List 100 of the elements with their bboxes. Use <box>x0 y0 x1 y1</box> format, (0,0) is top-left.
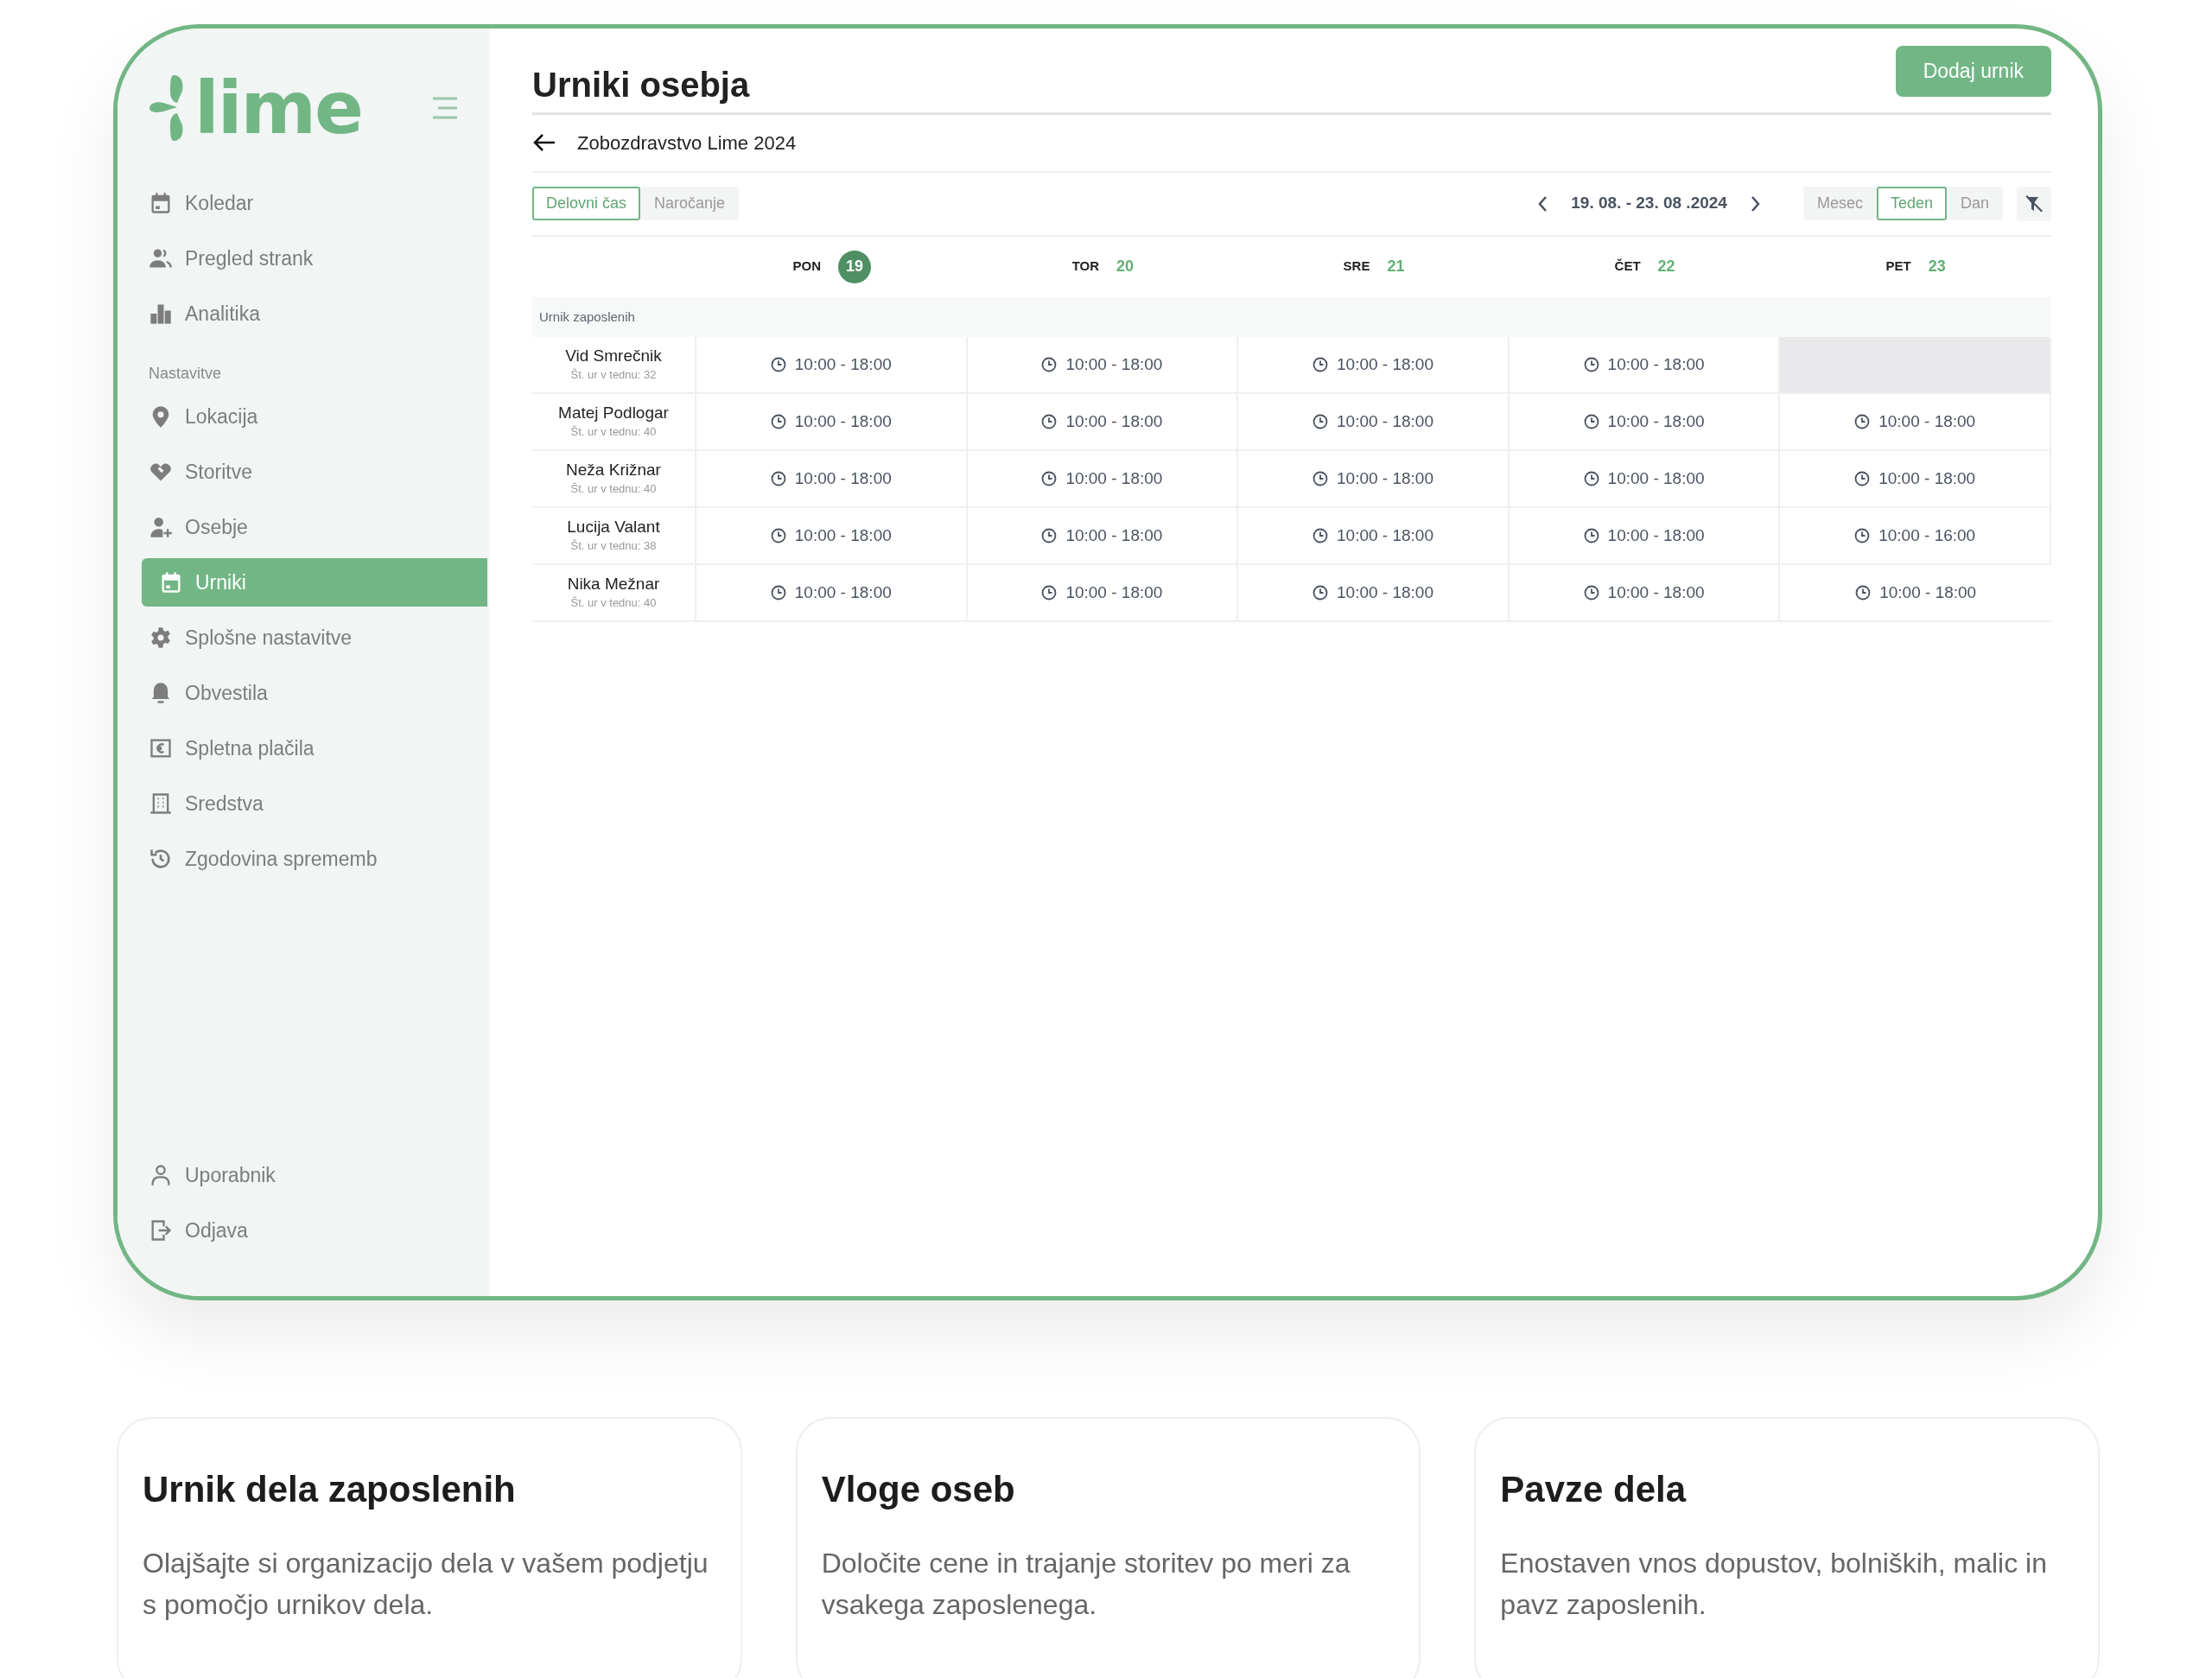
sidebar-item[interactable]: Urniki <box>142 558 487 607</box>
feature-text: Določite cene in trajanje storitev po meri za vsakega zaposlenega. <box>821 1547 1351 1622</box>
clock-icon <box>1855 585 1872 601</box>
shift-time: 10:00 - 18:00 <box>1065 353 1163 375</box>
sidebar-item[interactable]: Lokacija <box>143 392 489 441</box>
feature-title: Vloge oseb <box>821 1468 1016 1511</box>
clock-icon <box>1313 585 1328 601</box>
add-schedule-button[interactable]: Dodaj urnik <box>1895 46 2051 97</box>
shift-time: 10:00 - 18:00 <box>1337 524 1433 546</box>
sidebar-item[interactable]: Odjava <box>143 1206 489 1255</box>
shift-time: 10:00 - 18:00 <box>1337 410 1433 432</box>
shift-time: 10:00 - 18:00 <box>1878 410 1976 432</box>
weekly-hours: Št. ur v tednu: 40 <box>570 594 657 611</box>
day-name: PON <box>792 257 822 276</box>
tab[interactable]: Delovni čas <box>532 187 641 220</box>
shift-time: 10:00 - 18:00 <box>794 524 892 546</box>
shift-time: 10:00 - 16:00 <box>1878 524 1976 546</box>
tab[interactable]: Mesec <box>1802 187 1877 220</box>
page-title: Urniki osebja <box>532 64 750 105</box>
clock-icon <box>1041 357 1058 372</box>
clock-icon <box>1583 357 1599 372</box>
day-name: TOR <box>1071 257 1100 276</box>
back-arrow-icon[interactable] <box>532 132 556 153</box>
sidebar-item[interactable]: Osebje <box>143 503 489 551</box>
clock-icon <box>1313 414 1328 429</box>
shift-time: 10:00 - 18:00 <box>1065 582 1163 603</box>
clock-icon <box>1313 528 1328 543</box>
shift-time: 10:00 - 18:00 <box>1337 467 1433 489</box>
weekly-hours: Št. ur v tednu: 40 <box>570 423 657 440</box>
clock-icon <box>770 528 786 543</box>
shift-time: 10:00 - 18:00 <box>794 467 892 489</box>
clock-icon <box>1854 414 1871 429</box>
clock-icon <box>1041 471 1058 486</box>
clock-icon <box>1041 585 1058 601</box>
feature-title: Pavze dela <box>1500 1468 1688 1511</box>
clock-icon <box>1854 471 1871 486</box>
day-number: 23 <box>1928 257 1946 276</box>
building-icon <box>149 791 173 816</box>
tab[interactable]: Naročanje <box>640 187 740 220</box>
clock-icon <box>1583 414 1599 429</box>
feature-text: Olajšajte si organizacijo dela v vašem podjetju s pomočjo urnikov dela. <box>143 1547 709 1622</box>
clock-icon <box>1041 528 1058 543</box>
day-number: 22 <box>1657 257 1675 276</box>
shift-time: 10:00 - 18:00 <box>1607 524 1705 546</box>
sidebar-item[interactable]: Sredstva <box>143 779 489 828</box>
shift-time: 10:00 - 18:00 <box>794 582 892 603</box>
shift-time: 10:00 - 18:00 <box>1065 467 1163 489</box>
day-number: 19 <box>838 250 872 283</box>
day-name: ČET <box>1614 257 1641 276</box>
filter-icon <box>2024 193 2044 214</box>
shift-time: 10:00 - 18:00 <box>794 410 892 432</box>
shift-time: 10:00 - 18:00 <box>1337 353 1433 375</box>
clock-icon <box>1313 471 1328 486</box>
employee-name: Nika Mežnar <box>567 574 660 594</box>
clock-icon <box>770 471 786 486</box>
user-plus-icon <box>149 515 173 539</box>
clock-icon <box>1583 471 1599 486</box>
clock-icon <box>770 414 786 429</box>
clock-icon <box>1583 528 1599 543</box>
sidebar-item[interactable]: Obvestila <box>143 669 489 717</box>
day-name: SRE <box>1343 257 1370 276</box>
section-heading: Nastavitve <box>149 364 223 384</box>
shift-time: 10:00 - 18:00 <box>1607 582 1705 603</box>
sidebar-item[interactable]: Koledar <box>143 179 489 227</box>
filter-button[interactable] <box>2017 186 2051 221</box>
shift-time: 10:00 - 18:00 <box>794 353 892 375</box>
feature-title: Urnik dela zaposlenih <box>143 1468 517 1511</box>
tab[interactable]: Teden <box>1876 187 1947 220</box>
shift-time: 10:00 - 18:00 <box>1607 467 1705 489</box>
weekly-hours: Št. ur v tednu: 38 <box>570 537 657 554</box>
employee-name: Vid Smrečnik <box>565 346 662 366</box>
day-number: 21 <box>1387 257 1405 276</box>
date-range: 19. 08. - 23. 08 .2024 <box>1571 193 1727 214</box>
shift-time: 10:00 - 18:00 <box>1878 467 1976 489</box>
sidebar-item[interactable]: Zgodovina sprememb <box>143 835 489 883</box>
sidebar-item[interactable]: Storitve <box>143 448 489 496</box>
shift-time: 10:00 - 18:00 <box>1607 353 1705 375</box>
employee-name: Matej Podlogar <box>558 403 669 423</box>
sidebar-item[interactable]: Pregled strank <box>143 234 489 283</box>
shift-time: 10:00 - 18:00 <box>1337 582 1433 603</box>
weekly-hours: Št. ur v tednu: 40 <box>570 480 657 497</box>
subtitle: Zobozdravstvo Lime 2024 <box>577 130 797 156</box>
shift-time: 10:00 - 18:00 <box>1065 524 1163 546</box>
sidebar-item[interactable]: Uporabnik <box>143 1151 489 1199</box>
settings-icon <box>149 626 173 650</box>
sidebar-item[interactable]: Spletna plačila <box>143 724 489 772</box>
clock-icon <box>1583 585 1599 601</box>
sidebar-item[interactable]: Analitika <box>143 289 489 338</box>
shift-time: 10:00 - 18:00 <box>1607 410 1705 432</box>
employee-name: Lucija Valant <box>567 517 660 537</box>
clock-icon <box>1041 414 1058 429</box>
clock-icon <box>770 585 786 601</box>
feature-text: Enostaven vnos dopustov, bolniških, malic in pavz zaposlenih. <box>1500 1547 2048 1622</box>
shift-time: 10:00 - 18:00 <box>1879 582 1977 603</box>
history-icon <box>149 847 173 871</box>
tab[interactable]: Dan <box>1946 187 2003 220</box>
clock-icon <box>1313 357 1328 372</box>
shift-time: 10:00 - 18:00 <box>1065 410 1163 432</box>
clock-icon <box>770 357 786 372</box>
sidebar-item[interactable]: Splošne nastavitve <box>143 613 489 662</box>
